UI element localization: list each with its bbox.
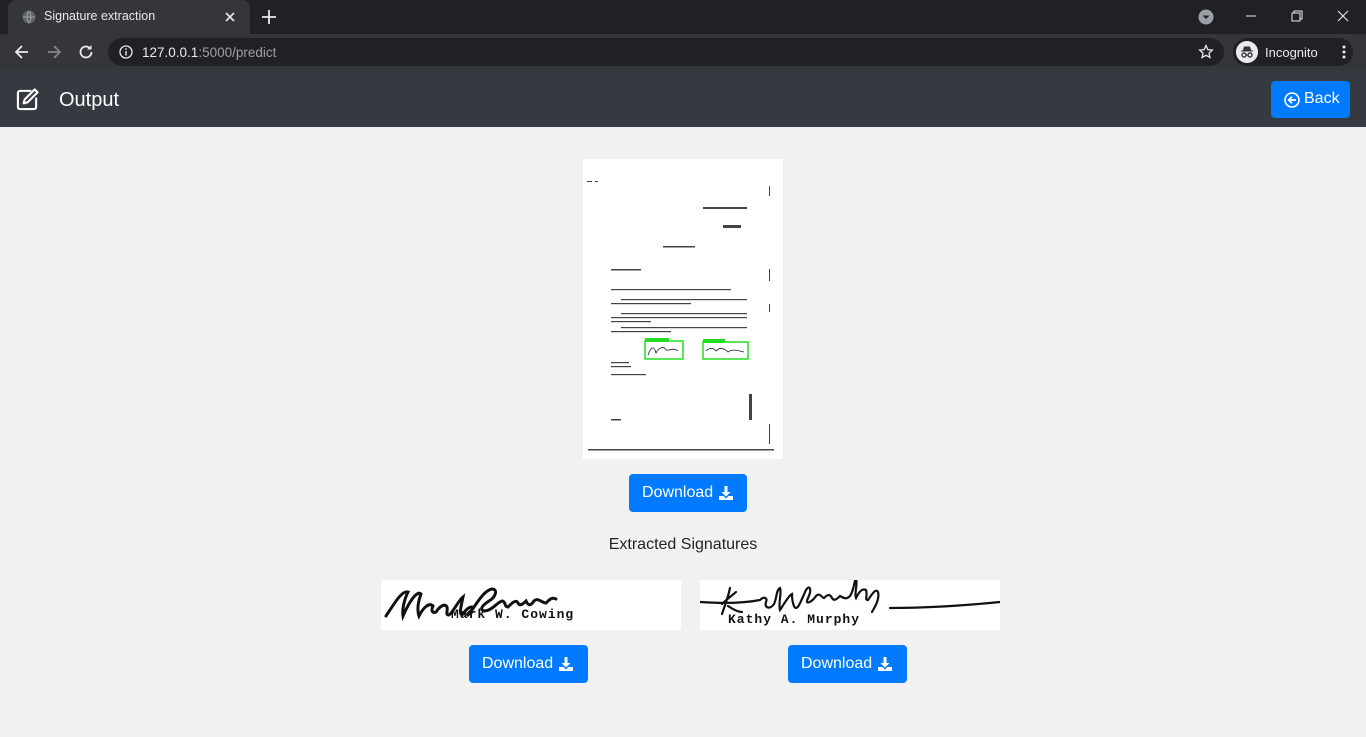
restore-button[interactable]: [1274, 0, 1320, 32]
download-signature-1-button[interactable]: Download: [469, 645, 588, 683]
minimize-icon: [1246, 15, 1256, 17]
close-window-button[interactable]: [1320, 0, 1366, 32]
tab-title: Signature extraction: [44, 9, 156, 23]
arrow-circle-left-icon: [1284, 92, 1300, 108]
page-title: Output: [59, 89, 120, 111]
profile-label: Incognito: [1265, 45, 1318, 60]
forward-arrow-icon[interactable]: [44, 42, 64, 62]
signature-image: Kathy A. Murphy: [700, 580, 1000, 630]
handwritten-signature: [384, 587, 558, 622]
download-icon: [878, 657, 892, 671]
address-bar[interactable]: 127.0.0.1:5000/predict: [108, 38, 1224, 66]
download-output-button[interactable]: Download: [629, 474, 747, 512]
close-window-icon: [1337, 10, 1349, 22]
edit-icon: [16, 88, 39, 111]
bookmark-star-icon[interactable]: [1198, 44, 1214, 60]
url-text: 127.0.0.1:5000/predict: [142, 45, 276, 60]
tab-search-icon[interactable]: [1198, 9, 1214, 25]
signature-image: Mark W. Cowing: [381, 580, 681, 630]
signature-printed-name: Kathy A. Murphy: [728, 612, 861, 627]
back-button-label: Back: [1304, 90, 1340, 107]
url-host: 127.0.0.1: [142, 45, 199, 60]
browser-tabstrip: Signature extraction: [0, 0, 1366, 34]
browser-toolbar: 127.0.0.1:5000/predict: [0, 34, 1366, 70]
signature-printed-name: Mark W. Cowing: [451, 607, 575, 622]
url-path: :5000/predict: [198, 45, 277, 60]
minimize-button[interactable]: [1228, 0, 1274, 32]
download-signature-1-label: Download: [482, 655, 554, 672]
browser-tab[interactable]: Signature extraction: [8, 0, 250, 34]
globe-icon: [22, 10, 36, 24]
info-icon[interactable]: [119, 45, 133, 59]
download-signature-2-label: Download: [801, 655, 873, 672]
reload-icon[interactable]: [76, 42, 96, 62]
browser-menu-icon[interactable]: [1336, 44, 1352, 60]
document-preview: [583, 159, 783, 459]
output-document-image: [583, 159, 783, 459]
close-tab-icon[interactable]: [222, 9, 238, 25]
download-icon: [559, 657, 573, 671]
app-navbar: Output Back: [0, 70, 1366, 127]
incognito-icon: [1236, 41, 1258, 63]
back-button[interactable]: Back: [1271, 81, 1350, 118]
download-icon: [719, 486, 733, 500]
extracted-signatures-heading: Extracted Signatures: [608, 536, 758, 553]
back-arrow-icon[interactable]: [12, 42, 32, 62]
download-signature-2-button[interactable]: Download: [788, 645, 907, 683]
incognito-profile-button[interactable]: Incognito: [1233, 38, 1353, 66]
new-tab-icon[interactable]: [260, 8, 278, 26]
download-output-label: Download: [642, 484, 714, 501]
restore-icon: [1291, 10, 1303, 22]
